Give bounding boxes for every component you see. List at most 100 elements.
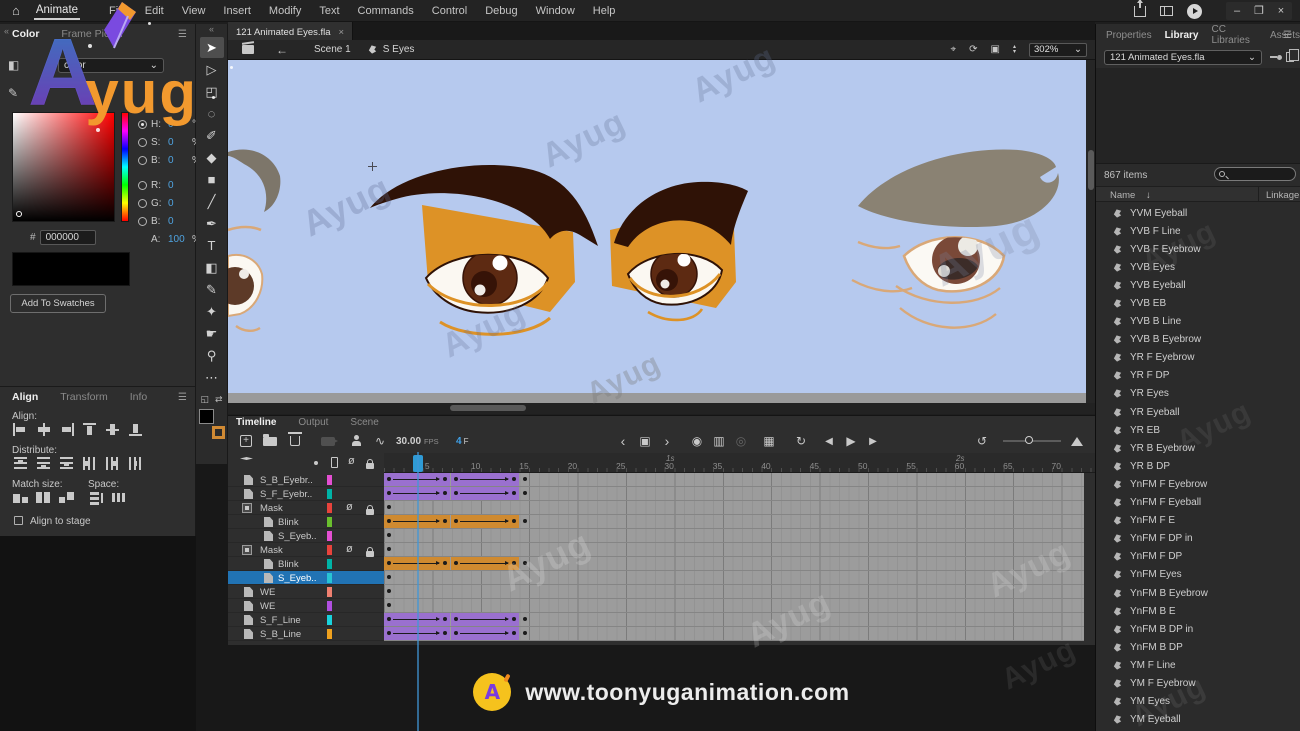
menu-item[interactable]: Commands xyxy=(349,2,423,20)
timeline-layer-row[interactable]: S_Eyeb.. ø xyxy=(228,529,1095,543)
fps-value[interactable]: 30.00 xyxy=(396,436,421,447)
current-frame-value[interactable]: 4 xyxy=(456,436,462,447)
library-item[interactable]: YR Eyeball xyxy=(1096,403,1300,421)
lock-column-icon[interactable] xyxy=(366,463,374,469)
red-field[interactable]: R:0 xyxy=(138,180,188,191)
timeline-layer-row[interactable]: Mask ø xyxy=(228,543,1095,557)
layer-hidden-icon[interactable]: ø xyxy=(346,501,353,513)
tab-align[interactable]: Align xyxy=(12,391,38,403)
layer-color-chip[interactable] xyxy=(327,489,332,499)
tween-span[interactable] xyxy=(451,557,519,570)
eyedropper-tool[interactable]: ✎ xyxy=(200,279,224,300)
hue-slider[interactable] xyxy=(121,112,129,222)
column-linkage[interactable]: Linkage xyxy=(1266,190,1299,201)
library-document-dropdown[interactable]: 121 Animated Eyes.fla⌄ xyxy=(1104,50,1262,65)
library-panel-tab[interactable]: CC Libraries xyxy=(1211,24,1257,46)
tab-frame-picker[interactable]: Frame Picker xyxy=(61,28,123,40)
layer-color-chip[interactable] xyxy=(327,587,332,597)
layer-name[interactable]: Mask xyxy=(260,545,283,556)
new-folder-icon[interactable] xyxy=(263,437,277,446)
onion-skin-icon[interactable]: ◉ xyxy=(686,434,708,448)
graph-editor-icon[interactable]: ∿ xyxy=(369,434,391,448)
lasso-tool[interactable]: ◌ xyxy=(200,103,224,124)
tab-output[interactable]: Output xyxy=(298,417,328,428)
default-colors-icon[interactable]: ◱ xyxy=(200,394,209,405)
previous-keyframe-icon[interactable]: ‹ xyxy=(612,433,634,449)
onion-skin-outline-icon[interactable]: ▥ xyxy=(708,434,730,448)
free-transform-tool[interactable]: ◰ xyxy=(200,81,224,102)
tab-scene[interactable]: Scene xyxy=(350,417,378,428)
vertical-scrollbar[interactable] xyxy=(1086,60,1095,403)
close-button[interactable]: × xyxy=(1270,2,1292,20)
layer-frames-track[interactable] xyxy=(384,627,1084,641)
new-layer-icon[interactable]: + xyxy=(240,435,252,447)
timeline-layer-row[interactable]: S_F_Eyebr.. ø xyxy=(228,487,1095,501)
visibility-column-icon[interactable]: ø xyxy=(348,455,355,467)
blue-radio[interactable] xyxy=(138,217,147,226)
zoom-stepper[interactable]: ▴▾ xyxy=(1013,45,1016,55)
layers-stack-icon[interactable] xyxy=(240,457,253,460)
library-item[interactable]: YVB Eyeball xyxy=(1096,276,1300,294)
layer-frames-track[interactable] xyxy=(384,571,1084,585)
menu-item[interactable]: Help xyxy=(584,2,625,20)
sort-arrow-icon[interactable]: ↓ xyxy=(1146,190,1151,201)
tab-timeline[interactable]: Timeline xyxy=(236,417,276,428)
delete-layer-icon[interactable] xyxy=(290,436,300,446)
camera-icon[interactable] xyxy=(321,437,335,446)
home-icon[interactable]: ⌂ xyxy=(12,3,20,18)
library-item[interactable]: YnFM Eyes xyxy=(1096,566,1300,584)
layer-color-chip[interactable] xyxy=(327,531,332,541)
distribute-horizontal-center-icon[interactable] xyxy=(104,457,121,470)
test-movie-icon[interactable] xyxy=(1187,4,1202,19)
align-horizontal-center-icon[interactable] xyxy=(35,423,52,436)
back-arrow-icon[interactable]: ← xyxy=(276,43,288,57)
align-right-icon[interactable] xyxy=(58,423,75,436)
gradient-cursor[interactable] xyxy=(16,211,22,217)
layer-name[interactable]: S_B_Eyebr.. xyxy=(260,475,313,486)
layer-color-chip[interactable] xyxy=(327,573,332,583)
tab-color[interactable]: Color xyxy=(12,28,39,40)
library-item[interactable]: YnFM B E xyxy=(1096,602,1300,620)
panel-menu-icon[interactable]: ☰ xyxy=(178,392,187,403)
library-item[interactable]: YVB B Line xyxy=(1096,313,1300,331)
layer-name[interactable]: S_F_Line xyxy=(260,615,301,626)
fill-color-swatch[interactable] xyxy=(199,409,214,424)
collapse-tools-icon[interactable]: « xyxy=(196,24,227,36)
workspace-icon[interactable] xyxy=(1160,6,1173,16)
onion-skin-range-icon[interactable]: ◎ xyxy=(730,434,752,448)
library-item[interactable]: YnFM B Eyebrow xyxy=(1096,584,1300,602)
layer-frames-track[interactable] xyxy=(384,487,1084,501)
menu-item[interactable]: Debug xyxy=(476,2,526,20)
timeline-layer-row[interactable]: S_B_Eyebr.. ø xyxy=(228,473,1095,487)
tween-span[interactable] xyxy=(451,515,519,528)
layer-frames-track[interactable] xyxy=(384,599,1084,613)
reset-timeline-zoom-icon[interactable]: ↺ xyxy=(971,434,993,448)
loop-playback-icon[interactable]: ↻ xyxy=(790,434,812,448)
library-item[interactable]: YR B DP xyxy=(1096,457,1300,475)
library-item[interactable]: YnFM F DP in xyxy=(1096,530,1300,548)
library-item[interactable]: YR Eyes xyxy=(1096,385,1300,403)
next-keyframe-icon[interactable]: › xyxy=(656,433,678,449)
edit-multiple-frames-icon[interactable]: ▦ xyxy=(758,434,780,448)
clip-content-icon[interactable]: ▣ xyxy=(991,44,1000,55)
library-item[interactable]: YR F Eyebrow xyxy=(1096,349,1300,367)
tab-info[interactable]: Info xyxy=(130,391,148,403)
layer-name[interactable]: Mask xyxy=(260,503,283,514)
library-item[interactable]: YR B Eyebrow xyxy=(1096,439,1300,457)
saturation-radio[interactable] xyxy=(138,138,147,147)
play-icon[interactable]: ▶ xyxy=(840,434,862,448)
zoom-level-dropdown[interactable]: 302%⌄ xyxy=(1029,43,1087,57)
menu-item[interactable]: Insert xyxy=(214,2,260,20)
layer-frames-track[interactable] xyxy=(384,585,1084,599)
selection-tool[interactable]: ➤ xyxy=(200,37,224,58)
library-panel-tab[interactable]: Properties xyxy=(1106,30,1152,41)
timeline-layer-row[interactable]: Blink ø xyxy=(228,515,1095,529)
hscroll-thumb[interactable] xyxy=(450,405,526,411)
library-item[interactable]: YVB B Eyebrow xyxy=(1096,331,1300,349)
space-vertical-icon[interactable] xyxy=(88,491,105,504)
slider-knob[interactable] xyxy=(1025,436,1033,444)
more-tools[interactable]: ⋯ xyxy=(200,367,224,388)
new-library-panel-icon[interactable] xyxy=(1286,52,1294,62)
stroke-color-swatch[interactable] xyxy=(212,426,225,439)
match-width-icon[interactable] xyxy=(12,491,29,504)
